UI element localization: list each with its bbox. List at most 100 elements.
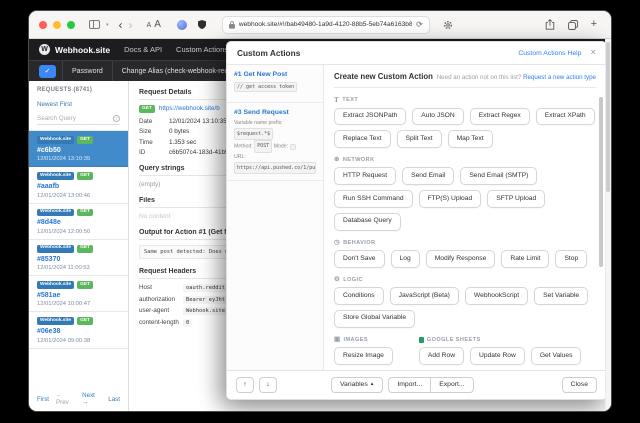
search-help-icon[interactable]: ? [113,115,120,122]
action-http-request[interactable]: HTTP Request [334,167,397,186]
pagination-last[interactable]: Last [108,396,120,403]
brand[interactable]: W Webhook.site [39,44,110,55]
back-button[interactable]: ‹ [119,19,123,31]
action-auto-json[interactable]: Auto JSON [412,107,464,126]
minimize-window-button[interactable] [53,20,61,29]
action-set-variable[interactable]: Set Variable [534,287,589,305]
action-extract-regex[interactable]: Extract Regex [469,107,530,126]
mode-code [289,143,296,150]
action-rate-limit[interactable]: Rate Limit [501,250,550,268]
custom-actions-modal: Custom Actions Custom Actions Help × #1 … [226,41,607,400]
fullscreen-window-button[interactable] [67,20,75,29]
method-badge: GET [77,281,93,289]
action-replace-text[interactable]: Replace Text [334,130,391,148]
action-extract-xpath[interactable]: Extract XPath [535,107,595,126]
pagination-next[interactable]: Next → [82,392,101,406]
page-scrollbar-thumb[interactable] [606,42,610,192]
section-google-sheets: GOOGLE SHEETS Add Row Update Row Get Values [418,336,582,365]
check-button[interactable]: ✓ [39,64,56,78]
method-badge: GET [77,317,93,326]
shield-extension-icon[interactable] [197,20,206,29]
request-list-item[interactable]: Webhook.site GET #06e38 12/01/2024 09:00… [29,312,128,349]
sidebar-toggle-icon[interactable] [89,20,100,29]
action-label[interactable]: #3 Send Request [234,109,316,116]
action-item[interactable]: #3 Send Request Variable name prefix: $r… [227,103,323,182]
text-size-control[interactable]: A A [147,19,161,30]
section-text: T TEXT Extract JSONPath Auto JSON Extract Re… [334,97,596,148]
pagination-first[interactable]: First [37,396,49,403]
action-get-values[interactable]: Get Values [530,347,582,365]
request-list-item[interactable]: Webhook.site GET #8d48e 12/01/2024 12:00… [29,204,128,240]
new-tab-button[interactable]: + [591,19,597,30]
action-store-global-variable[interactable]: Store Global Variable [334,309,416,328]
mode-label: Mode: [273,143,289,150]
action-code: // get access token [234,81,298,92]
modal-scrollbar-thumb[interactable] [599,97,603,267]
navbar-link[interactable]: Custom Actions [176,45,228,54]
action-stop[interactable]: Stop [555,250,588,268]
move-up-button[interactable]: ↑ [236,377,254,393]
action-split-text[interactable]: Split Text [396,130,442,148]
image-icon: ▣ [334,335,341,343]
search-field[interactable]: ? [37,115,120,125]
action-conditions[interactable]: Conditions [334,287,384,305]
share-icon[interactable] [545,19,555,30]
action-log[interactable]: Log [390,250,420,268]
request-id: #aaafb [37,183,60,191]
action-send-email[interactable]: Send Email [402,167,455,186]
navbar-link[interactable]: Docs & API [124,45,162,54]
custom-actions-help-link[interactable]: Custom Actions Help [518,50,581,57]
create-action-panel: Create new Custom Action Need an action … [324,65,606,370]
action-send-email-smtp[interactable]: Send Email (SMTP) [460,167,538,186]
action-update-row[interactable]: Update Row [470,347,525,365]
action-extract-jsonpath[interactable]: Extract JSONPath [334,107,407,126]
action-run-ssh-command[interactable]: Run SSH Command [334,190,413,208]
action-label[interactable]: #1 Get New Post [234,71,316,78]
close-icon[interactable]: × [590,48,596,58]
action-map-text[interactable]: Map Text [447,130,493,148]
extension-icon[interactable] [176,19,187,30]
action-ftp-s-upload[interactable]: FTP(S) Upload [418,190,482,208]
action-don-t-save[interactable]: Don't Save [334,250,385,268]
request-list-item[interactable]: Webhook.site GET #aaafb 12/01/2024 13:00… [29,167,128,204]
action-database-query[interactable]: Database Query [334,212,401,231]
address-bar[interactable]: webhook.site/#!/bab49480-1a9d-4120-88b5-… [221,15,430,34]
method-badge: GET [77,208,93,217]
tab-overview-icon[interactable] [567,19,578,30]
pagination-prev[interactable]: ← Prev [56,392,75,406]
url-text: webhook.site/#!/bab49480-1a9d-4120-88b5-… [238,21,413,28]
request-list-item[interactable]: Webhook.site GET #c6b50 12/01/2024 13:10… [29,131,128,168]
sort-link[interactable]: Newest First [37,101,72,108]
action-webhookscript[interactable]: WebhookScript [464,287,529,305]
request-list-item[interactable]: Webhook.site GET #581ae 12/01/2024 10:00… [29,276,128,313]
search-input[interactable] [37,115,113,122]
method-badge: GET [77,136,93,144]
action-javascript-beta[interactable]: JavaScript (Beta) [389,287,459,305]
action-resize-image[interactable]: Resize Image [334,347,393,365]
move-down-button[interactable]: ↓ [259,377,277,393]
action-modify-response[interactable]: Modify Response [425,250,496,268]
forward-button[interactable]: › [129,19,133,31]
request-list: Webhook.site GET #c6b50 12/01/2024 13:10… [29,130,128,385]
action-item[interactable]: #1 Get New Post // get access token [227,65,323,103]
request-list-item[interactable]: Webhook.site GET #85370 12/01/2024 11:00… [29,240,128,277]
request-timestamp: 12/01/2024 09:00:38 [37,337,91,344]
chevron-down-icon[interactable]: ▾ [106,22,109,28]
source-badge: Webhook.site [37,244,75,253]
action-add-row[interactable]: Add Row [418,347,465,365]
close-window-button[interactable] [39,20,47,29]
request-action-type-link[interactable]: Request a new action type [523,74,596,81]
variables-dropdown-button[interactable]: Variables ▲ [331,377,384,393]
close-button[interactable]: Close [561,377,597,393]
import-button[interactable]: Import... [388,377,432,393]
settings-gear-icon[interactable] [443,20,453,30]
action-sftp-upload[interactable]: SFTP Upload [487,190,546,208]
modal-title: Custom Actions [237,48,301,58]
section-title: GOOGLE SHEETS [426,336,481,343]
requests-count-title: REQUESTS (8741) [37,87,93,93]
toolbar-item[interactable]: Password [62,60,112,82]
request-id: #8d48e [37,219,61,227]
refresh-icon[interactable]: ⟳ [416,20,423,29]
action-sections: T TEXT Extract JSONPath Auto JSON Extract Re… [334,88,596,370]
export-button[interactable]: Export... [430,377,474,393]
